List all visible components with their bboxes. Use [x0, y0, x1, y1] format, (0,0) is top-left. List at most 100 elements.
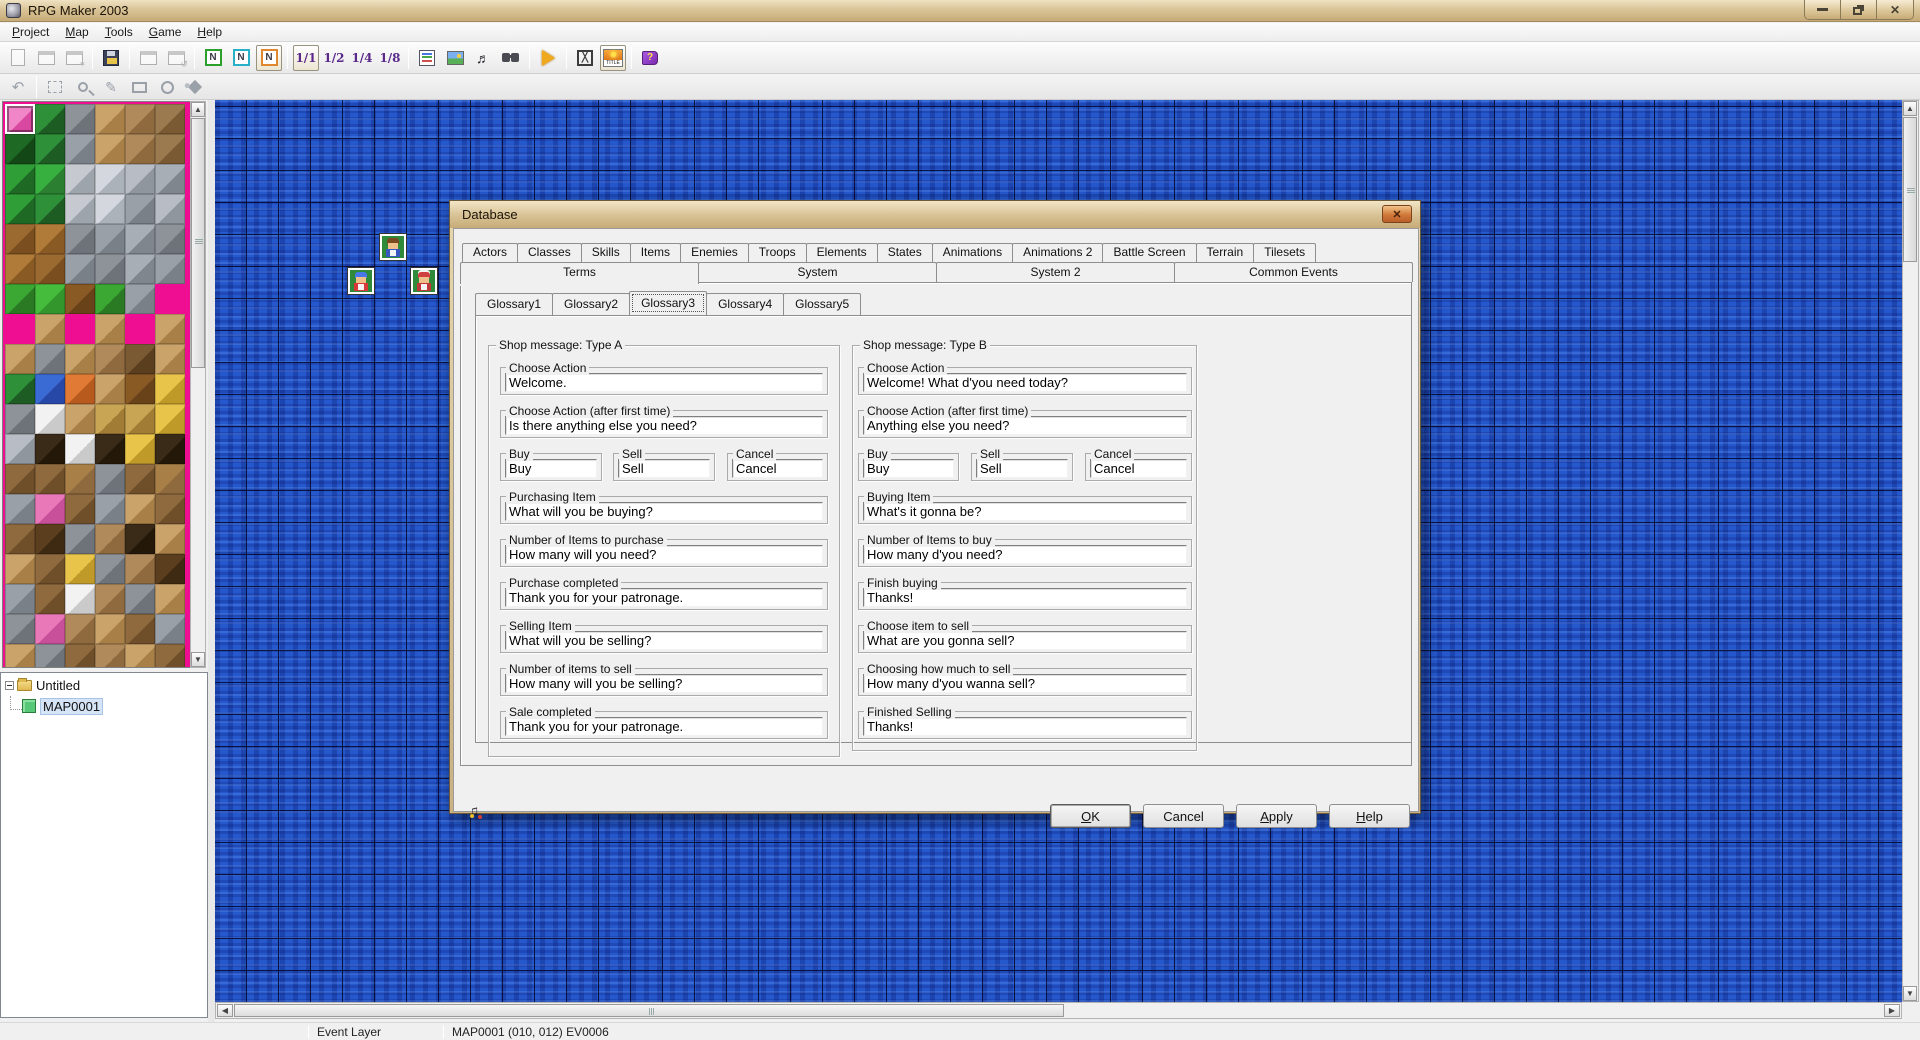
- tab-terms[interactable]: Terms: [460, 262, 699, 284]
- input-a-cancel[interactable]: [732, 459, 823, 478]
- palette-tile[interactable]: [35, 314, 65, 344]
- music-icon[interactable]: ♬: [470, 45, 496, 71]
- palette-tile[interactable]: [35, 404, 65, 434]
- input-a-choose-action[interactable]: [505, 373, 823, 392]
- palette-tile[interactable]: [125, 104, 155, 134]
- palette-tile[interactable]: [155, 254, 185, 284]
- pen-tool-icon[interactable]: ✎: [98, 74, 124, 100]
- input-a-sell[interactable]: [618, 459, 710, 478]
- palette-tile[interactable]: [5, 494, 35, 524]
- palette-tile[interactable]: [95, 434, 125, 464]
- scroll-down-icon[interactable]: ▼: [191, 652, 205, 667]
- palette-tile[interactable]: [95, 314, 125, 344]
- scroll-up-icon[interactable]: ▲: [1903, 101, 1917, 116]
- palette-tile[interactable]: [65, 644, 95, 668]
- input-a-selling-item[interactable]: [505, 631, 823, 650]
- input-b-finish-buying[interactable]: [863, 588, 1187, 607]
- tab-tilesets[interactable]: Tilesets: [1253, 243, 1316, 262]
- palette-tile[interactable]: [155, 644, 185, 668]
- rectangle-tool-icon[interactable]: [126, 74, 152, 100]
- palette-tile[interactable]: [65, 104, 95, 134]
- palette-tile[interactable]: [95, 374, 125, 404]
- palette-tile[interactable]: [65, 134, 95, 164]
- input-b-choose-action-after[interactable]: [863, 416, 1187, 435]
- search-event-icon[interactable]: [498, 45, 524, 71]
- palette-tile[interactable]: [95, 614, 125, 644]
- palette-tile[interactable]: [5, 284, 35, 314]
- map-event[interactable]: [411, 268, 437, 294]
- palette-tile[interactable]: [35, 554, 65, 584]
- palette-tile[interactable]: [35, 584, 65, 614]
- palette-tile[interactable]: [5, 524, 35, 554]
- palette-tile[interactable]: [155, 494, 185, 524]
- input-b-choose-sell[interactable]: [863, 631, 1187, 650]
- palette-tile[interactable]: [5, 344, 35, 374]
- zoom-1-1-icon[interactable]: 1/1: [293, 45, 319, 71]
- input-b-finished-selling[interactable]: [863, 717, 1187, 736]
- palette-tile[interactable]: [125, 194, 155, 224]
- palette-tile[interactable]: [35, 164, 65, 194]
- scroll-right-icon[interactable]: ▶: [1884, 1004, 1900, 1017]
- palette-tile[interactable]: [65, 194, 95, 224]
- close-project-icon[interactable]: ✶: [61, 45, 87, 71]
- fullscreen-icon[interactable]: ╳: [572, 45, 598, 71]
- tab-enemies[interactable]: Enemies: [680, 243, 749, 262]
- palette-tile[interactable]: [65, 524, 95, 554]
- tab-animations-2[interactable]: Animations 2: [1012, 243, 1103, 262]
- palette-tile[interactable]: [95, 644, 125, 668]
- palette-tile[interactable]: [35, 254, 65, 284]
- palette-tile[interactable]: [125, 404, 155, 434]
- palette-tile[interactable]: [65, 614, 95, 644]
- tab-animations[interactable]: Animations: [932, 243, 1013, 262]
- palette-tile[interactable]: [95, 464, 125, 494]
- event-layer-icon[interactable]: N: [256, 45, 282, 71]
- palette-tile[interactable]: [95, 194, 125, 224]
- palette-tile[interactable]: [5, 104, 35, 134]
- save-icon[interactable]: [98, 45, 124, 71]
- palette-tile[interactable]: [125, 554, 155, 584]
- undo-draw-icon[interactable]: ↶: [5, 74, 31, 100]
- palette-tile[interactable]: [65, 584, 95, 614]
- palette-tile[interactable]: [125, 464, 155, 494]
- menu-help[interactable]: Help: [189, 24, 230, 40]
- input-b-sell[interactable]: [976, 459, 1068, 478]
- tree-row-project[interactable]: Untitled: [1, 676, 207, 694]
- palette-tile[interactable]: [35, 494, 65, 524]
- ok-button[interactable]: OK: [1050, 804, 1131, 828]
- select-tool-icon[interactable]: [42, 74, 68, 100]
- palette-tile[interactable]: [95, 104, 125, 134]
- show-title-icon[interactable]: TITLE: [600, 45, 626, 71]
- palette-tile[interactable]: [35, 224, 65, 254]
- palette-tile[interactable]: [95, 584, 125, 614]
- palette-tile[interactable]: [155, 464, 185, 494]
- app-titlebar[interactable]: RPG Maker 2003 ✕: [0, 0, 1920, 22]
- help-button[interactable]: Help: [1329, 804, 1410, 828]
- palette-tile[interactable]: [125, 524, 155, 554]
- palette-tile[interactable]: [65, 164, 95, 194]
- tree-collapse-icon[interactable]: [5, 681, 14, 690]
- panel-splitter[interactable]: [208, 100, 215, 1022]
- input-a-purchasing-item[interactable]: [505, 502, 823, 521]
- palette-scrollbar[interactable]: ▲ ▼: [190, 101, 206, 668]
- palette-tile[interactable]: [5, 164, 35, 194]
- input-b-buy[interactable]: [863, 459, 954, 478]
- palette-tile[interactable]: [5, 584, 35, 614]
- scroll-down-icon[interactable]: ▼: [1903, 986, 1917, 1001]
- tab-terrain[interactable]: Terrain: [1196, 243, 1255, 262]
- palette-tile[interactable]: [5, 554, 35, 584]
- database-icon[interactable]: [414, 45, 440, 71]
- tab-common-events[interactable]: Common Events: [1174, 262, 1413, 282]
- tab-system-2[interactable]: System 2: [936, 262, 1175, 282]
- zoom-tool-icon[interactable]: [70, 74, 96, 100]
- input-a-num-sell[interactable]: [505, 674, 823, 693]
- tree-row-map[interactable]: MAP0001: [1, 697, 207, 715]
- palette-tile[interactable]: [35, 614, 65, 644]
- palette-tile[interactable]: [65, 464, 95, 494]
- palette-tile[interactable]: [125, 224, 155, 254]
- undo-icon[interactable]: [135, 45, 161, 71]
- new-project-icon[interactable]: [5, 45, 31, 71]
- palette-tile[interactable]: [35, 524, 65, 554]
- tab-actors[interactable]: Actors: [462, 243, 518, 262]
- palette-tile[interactable]: [125, 644, 155, 668]
- map-event[interactable]: [380, 234, 406, 260]
